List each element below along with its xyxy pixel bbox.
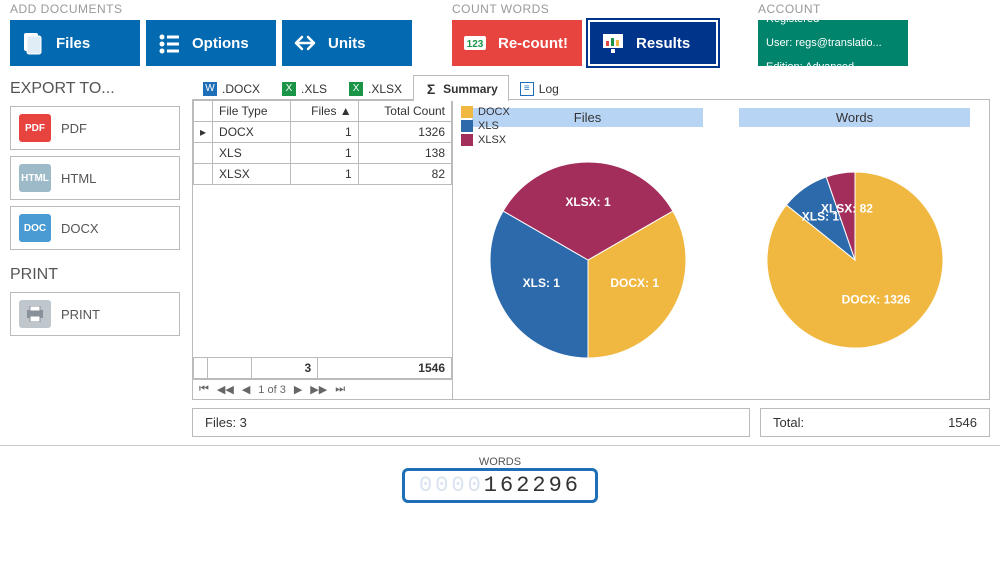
svg-text:DOCX: 1326: DOCX: 1326	[841, 293, 910, 307]
html-icon: HTML	[19, 164, 51, 192]
print-icon	[19, 300, 51, 328]
counter-display: 0000162296	[402, 468, 598, 503]
export-title: EXPORT TO...	[10, 80, 180, 98]
files-label: Files	[56, 35, 90, 52]
charts: DOCX XLS XLSX Files DOCX: 1XLS: 1XLSX: 1…	[453, 100, 989, 399]
table-foot-row: 31546	[194, 358, 452, 379]
pager-first[interactable]: ⏮	[199, 383, 209, 396]
col-filetype[interactable]: File Type	[213, 101, 291, 122]
account-line2: User: regs@translatio...	[766, 36, 882, 50]
units-icon	[292, 30, 318, 56]
export-docx-button[interactable]: DOC DOCX	[10, 206, 180, 250]
tab-summary[interactable]: ΣSummary	[413, 75, 509, 101]
ribbon-group-count: COUNT WORDS 123 Re-count! Results	[452, 2, 718, 66]
pie-files: DOCX: 1 XLS: 1 XLSX: 1	[478, 150, 698, 370]
options-label: Options	[192, 35, 249, 52]
pager: ⏮ ◀◀ ◀ 1 of 3 ▶ ▶▶ ⏭	[193, 379, 452, 399]
recount-button[interactable]: 123 Re-count!	[452, 20, 582, 66]
pager-last[interactable]: ⏭	[335, 383, 345, 396]
results-button[interactable]: Results	[588, 20, 718, 66]
table-row[interactable]: ▸DOCX11326	[194, 122, 452, 143]
col-total[interactable]: Total Count	[358, 101, 451, 122]
tab-docx[interactable]: W.DOCX	[192, 75, 271, 101]
units-button[interactable]: Units	[282, 20, 412, 66]
summary-body: File Type Files ▲ Total Count ▸DOCX11326…	[192, 100, 990, 400]
pager-next[interactable]: ▶	[294, 383, 302, 396]
ribbon-group-title-add: ADD DOCUMENTS	[10, 2, 412, 16]
col-files[interactable]: Files ▲	[290, 101, 358, 122]
options-button[interactable]: Options	[146, 20, 276, 66]
files-icon	[20, 30, 46, 56]
pager-status: 1 of 3	[258, 384, 286, 396]
sigma-icon: Σ	[424, 82, 438, 96]
table-row[interactable]: XLSX182	[194, 164, 452, 185]
export-docx-label: DOCX	[61, 221, 99, 236]
legend-swatch-xlsx	[461, 134, 473, 146]
chart-words: Words DOCX: 1326XLS: 138XLSX: 82	[726, 106, 983, 393]
pie-words: DOCX: 1326XLS: 138XLSX: 82	[755, 160, 955, 360]
svg-text:DOCX: 1: DOCX: 1	[610, 276, 659, 290]
options-icon	[156, 30, 182, 56]
account-panel[interactable]: Registered User: regs@translatio... Edit…	[758, 20, 908, 66]
chart-legend: DOCX XLS XLSX	[461, 106, 510, 148]
export-pdf-button[interactable]: PDF PDF	[10, 106, 180, 150]
summary-table: File Type Files ▲ Total Count ▸DOCX11326…	[193, 100, 453, 399]
results-icon	[600, 30, 626, 56]
separator	[0, 445, 1000, 446]
export-pdf-label: PDF	[61, 121, 87, 136]
print-label: PRINT	[61, 307, 100, 322]
ribbon-group-account: ACCOUNT Registered User: regs@translatio…	[758, 2, 908, 66]
print-button[interactable]: PRINT	[10, 292, 180, 336]
docx-icon: DOC	[19, 214, 51, 242]
files-button[interactable]: Files	[10, 20, 140, 66]
log-icon: ≡	[520, 82, 534, 96]
tabs: W.DOCX X.XLS X.XLSX ΣSummary ≡Log	[192, 74, 990, 100]
footer-total: Total: 1546	[760, 408, 990, 437]
legend-swatch-docx	[461, 106, 473, 118]
content: W.DOCX X.XLS X.XLSX ΣSummary ≡Log File T…	[192, 74, 990, 437]
excel-icon: X	[349, 82, 363, 96]
chart-files: Files DOCX: 1XLS: 1XLSX: 1	[459, 106, 716, 393]
chart-words-title: Words	[739, 108, 970, 127]
word-icon: W	[203, 82, 217, 96]
counter-label: WORDS	[0, 456, 1000, 468]
footer-files: Files: 3	[192, 408, 750, 437]
footbar: Files: 3 Total: 1546	[192, 408, 990, 437]
recount-icon: 123	[462, 30, 488, 56]
export-html-button[interactable]: HTML HTML	[10, 156, 180, 200]
pager-prevpage[interactable]: ◀◀	[217, 383, 234, 396]
tab-log[interactable]: ≡Log	[509, 75, 570, 101]
svg-text:XLSX: 82: XLSX: 82	[820, 201, 872, 215]
print-title: PRINT	[10, 266, 180, 284]
ribbon-group-add: ADD DOCUMENTS Files Options Units	[10, 2, 412, 66]
excel-icon: X	[282, 82, 296, 96]
svg-text:123: 123	[467, 39, 484, 50]
units-label: Units	[328, 35, 366, 52]
tab-xls[interactable]: X.XLS	[271, 75, 338, 101]
pager-prev[interactable]: ◀	[242, 383, 250, 396]
pager-nextpage[interactable]: ▶▶	[310, 383, 327, 396]
account-line1: Registered	[766, 12, 819, 26]
ribbon-group-title-count: COUNT WORDS	[452, 2, 718, 16]
tab-xlsx[interactable]: X.XLSX	[338, 75, 413, 101]
table-row[interactable]: XLS1138	[194, 143, 452, 164]
svg-text:XLSX: 1: XLSX: 1	[565, 195, 611, 209]
counter: WORDS 0000162296	[0, 456, 1000, 503]
pdf-icon: PDF	[19, 114, 51, 142]
recount-label: Re-count!	[498, 35, 568, 52]
legend-swatch-xls	[461, 120, 473, 132]
table-header-row: File Type Files ▲ Total Count	[194, 101, 452, 122]
export-html-label: HTML	[61, 171, 96, 186]
account-line3: Edition: Advanced	[766, 60, 854, 74]
sidebar: EXPORT TO... PDF PDF HTML HTML DOC DOCX PRI…	[10, 74, 180, 437]
results-label: Results	[636, 35, 690, 52]
svg-text:XLS: 1: XLS: 1	[522, 276, 560, 290]
ribbon: ADD DOCUMENTS Files Options Units COUNT …	[0, 0, 1000, 74]
